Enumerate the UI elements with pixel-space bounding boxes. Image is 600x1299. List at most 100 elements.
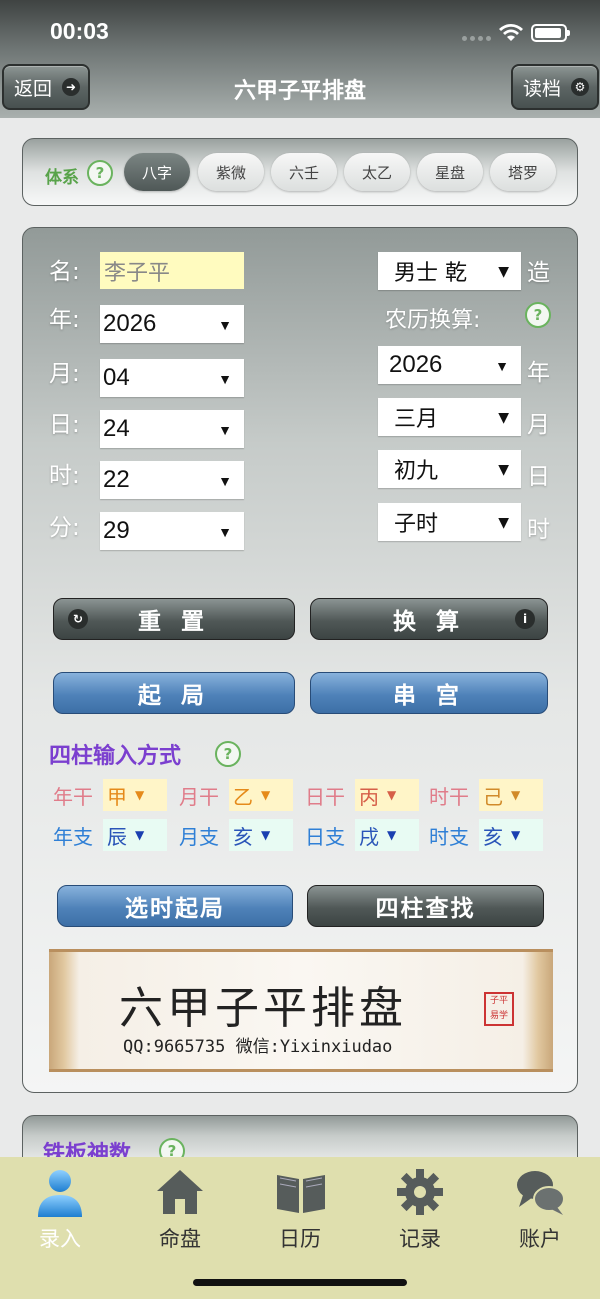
year-branch-value: 辰 <box>107 824 127 849</box>
name-field[interactable]: 李子平 <box>100 252 244 289</box>
day-stem-select[interactable]: 丙 ▼ <box>355 779 419 811</box>
chat-icon <box>517 1171 565 1215</box>
chevron-down-icon: ▼ <box>498 462 509 478</box>
hour-stem-select[interactable]: 己 ▼ <box>479 779 543 811</box>
lunar-hour-suffix: 时 <box>527 517 550 543</box>
day-label: 日: <box>49 412 80 438</box>
year-select[interactable]: 2026 ▼ <box>100 305 244 343</box>
page-title: 六甲子平排盘 <box>233 79 366 104</box>
year-branch-select[interactable]: 辰 ▼ <box>103 819 167 851</box>
home-icon <box>157 1170 203 1214</box>
lunar-month-value: 三月 <box>394 407 439 432</box>
lunar-hour-value: 子时 <box>394 512 439 537</box>
help-icon[interactable]: ? <box>215 741 241 767</box>
month-stem-value: 乙 <box>233 784 253 809</box>
tab-account-label: 账户 <box>519 1227 561 1251</box>
tab-ziwei[interactable]: 紫微 <box>198 153 264 191</box>
tab-records[interactable]: 记录 <box>370 1163 470 1258</box>
reset-button-label: 重 置 <box>137 609 210 635</box>
chevron-down-icon: ▼ <box>135 788 145 802</box>
help-icon[interactable]: ? <box>87 160 113 186</box>
select-time-start-button[interactable]: 选时起局 <box>57 885 293 927</box>
gear-icon <box>397 1169 443 1215</box>
year-stem-value: 甲 <box>107 784 127 809</box>
lunar-day-value: 初九 <box>394 459 439 484</box>
home-indicator[interactable] <box>193 1279 407 1286</box>
chevron-down-icon: ▼ <box>511 828 521 842</box>
lunar-year-select[interactable]: 2026 ▼ <box>378 346 521 384</box>
year-branch-label: 年支 <box>53 824 93 849</box>
tab-xingpan[interactable]: 星盘 <box>417 153 483 191</box>
month-value: 04 <box>103 364 130 391</box>
chevron-down-icon: ▼ <box>218 371 232 387</box>
minute-value: 29 <box>103 517 130 544</box>
help-icon[interactable]: ? <box>525 302 551 328</box>
tab-input-label: 录入 <box>39 1227 81 1251</box>
tab-taiyi[interactable]: 太乙 <box>344 153 410 191</box>
lunar-year-suffix: 年 <box>527 360 550 386</box>
four-pillar-search-button[interactable]: 四柱查找 <box>307 885 544 927</box>
month-select[interactable]: 04 ▼ <box>100 359 244 397</box>
month-stem-select[interactable]: 乙 ▼ <box>229 779 293 811</box>
tab-tarot[interactable]: 塔罗 <box>490 153 556 191</box>
hour-select[interactable]: 22 ▼ <box>100 461 244 499</box>
four-pillars-title: 四柱输入方式 <box>49 744 182 769</box>
tab-records-label: 记录 <box>399 1227 441 1251</box>
tab-account[interactable]: 账户 <box>490 1163 590 1258</box>
tab-chart[interactable]: 命盘 <box>130 1163 230 1258</box>
tab-input[interactable]: 录入 <box>10 1163 110 1258</box>
chevron-down-icon: ▼ <box>511 788 521 802</box>
hour-branch-label: 时支 <box>429 824 469 849</box>
month-branch[interactable]: 月支 亥 ▼ <box>179 819 293 851</box>
minute-select[interactable]: 29 ▼ <box>100 512 244 550</box>
lunar-day-select[interactable]: 初九 ▼ <box>378 450 521 488</box>
promo-banner[interactable]: 六甲子平排盘 子平 易学 QQ:9665735 微信:Yixinxiudao <box>49 949 553 1072</box>
select-time-start-label: 选时起局 <box>125 896 225 922</box>
gender-select[interactable]: 男士 乾 ▼ <box>378 252 521 290</box>
lunar-convert-label: 农历换算: <box>385 308 481 333</box>
start-button[interactable]: 起 局 <box>53 672 295 714</box>
hour-stem-label: 时干 <box>429 784 469 809</box>
tab-liuren[interactable]: 六壬 <box>271 153 337 191</box>
hour-stem[interactable]: 时干 己 ▼ <box>429 779 543 811</box>
chevron-down-icon: ▼ <box>495 358 509 374</box>
gender-value: 男士 乾 <box>394 261 467 286</box>
hour-branch[interactable]: 时支 亥 ▼ <box>429 819 543 851</box>
user-icon <box>38 1170 82 1217</box>
status-time: 00:03 <box>50 18 109 44</box>
month-branch-select[interactable]: 亥 ▼ <box>229 819 293 851</box>
convert-button-label: 换 算 <box>392 609 465 635</box>
tab-chart-label: 命盘 <box>159 1227 201 1251</box>
tab-calendar-label: 日历 <box>279 1227 321 1251</box>
chevron-down-icon: ▼ <box>498 515 509 531</box>
tab-calendar[interactable]: 日历 <box>250 1163 350 1258</box>
load-button[interactable]: 读档 ⚙ <box>511 64 599 110</box>
battery-icon <box>531 24 570 42</box>
day-branch[interactable]: 日支 戌 ▼ <box>305 819 419 851</box>
palace-button-label: 串 宫 <box>392 683 465 709</box>
convert-button[interactable]: 换 算 i <box>310 598 548 640</box>
tab-bazi[interactable]: 八字 <box>124 153 190 191</box>
day-select[interactable]: 24 ▼ <box>100 410 244 448</box>
hour-value: 22 <box>103 466 130 493</box>
day-branch-select[interactable]: 戌 ▼ <box>355 819 419 851</box>
year-stem-select[interactable]: 甲 ▼ <box>103 779 167 811</box>
month-stem-label: 月干 <box>179 784 219 809</box>
reset-button[interactable]: ↻ 重 置 <box>53 598 295 640</box>
lunar-hour-select[interactable]: 子时 ▼ <box>378 503 521 541</box>
hour-branch-value: 亥 <box>483 824 503 849</box>
year-label: 年: <box>49 307 80 333</box>
lunar-month-select[interactable]: 三月 ▼ <box>378 398 521 436</box>
system-selector: 体系 ? 八字 紫微 六壬 太乙 星盘 塔罗 <box>22 138 578 206</box>
month-stem[interactable]: 月干 乙 ▼ <box>179 779 293 811</box>
year-stem[interactable]: 年干 甲 ▼ <box>53 779 167 811</box>
chevron-down-icon: ▼ <box>135 828 145 842</box>
palace-button[interactable]: 串 宫 <box>310 672 548 714</box>
chevron-down-icon: ▼ <box>218 422 232 438</box>
month-branch-label: 月支 <box>179 824 219 849</box>
day-stem[interactable]: 日干 丙 ▼ <box>305 779 419 811</box>
year-branch[interactable]: 年支 辰 ▼ <box>53 819 167 851</box>
wifi-icon <box>499 24 523 41</box>
hour-branch-select[interactable]: 亥 ▼ <box>479 819 543 851</box>
bottom-tab-bar: 录入 命盘 日历 记录 账户 <box>0 1157 600 1299</box>
